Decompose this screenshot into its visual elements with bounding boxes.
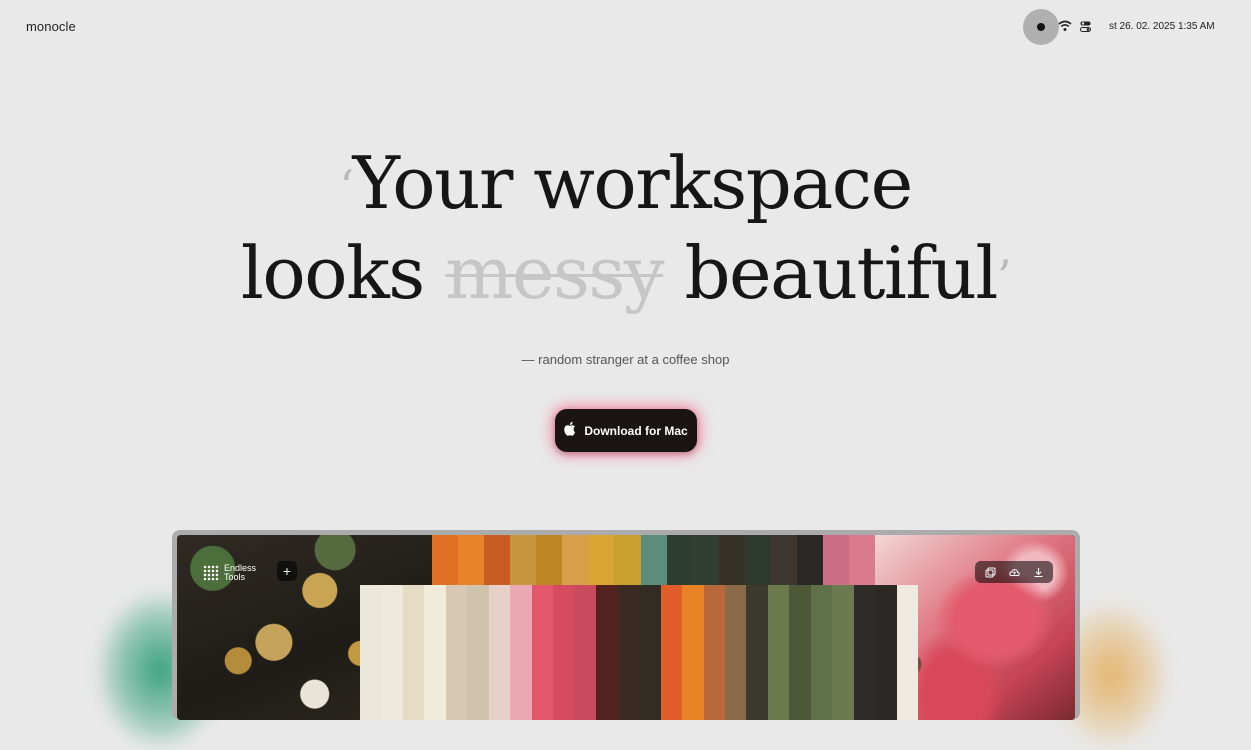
main-swatch-10 <box>553 585 575 720</box>
download-image-button[interactable] <box>1026 561 1050 583</box>
record-dot-icon <box>1037 23 1045 31</box>
main-swatch-4 <box>424 585 446 720</box>
app-name-line-2: Tools <box>224 572 246 582</box>
app-preview: Endless Tools + <box>172 530 1080 720</box>
cloud-icon <box>1008 568 1020 576</box>
copy-button[interactable] <box>978 561 1002 583</box>
main-swatch-8 <box>510 585 532 720</box>
top-swatch-9 <box>640 535 667 585</box>
download-label: Download for Mac <box>584 423 688 438</box>
dot-grid-icon <box>203 565 219 581</box>
struck-word: messy <box>445 231 664 315</box>
top-swatch-1 <box>432 535 459 585</box>
add-button[interactable]: + <box>277 561 297 581</box>
color-strip-main <box>360 585 919 720</box>
main-swatch-5 <box>445 585 468 720</box>
main-swatch-25 <box>875 585 897 720</box>
main-swatch-12 <box>596 585 618 720</box>
top-swatch-11 <box>692 535 719 585</box>
top-swatch-12 <box>718 535 745 585</box>
headline-text-1: Your workspace <box>352 141 913 225</box>
main-swatch-19 <box>746 585 768 720</box>
attribution-text: — random stranger at a coffee shop <box>521 352 730 367</box>
main-swatch-21 <box>789 585 811 720</box>
wifi-icon[interactable] <box>1058 20 1072 32</box>
cloud-button[interactable] <box>1002 561 1026 583</box>
apple-icon <box>564 421 576 436</box>
open-quote: ‘ <box>339 160 354 214</box>
copy-icon <box>985 567 995 577</box>
main-swatch-18 <box>724 585 747 720</box>
top-swatch-17 <box>849 535 876 585</box>
top-swatch-7 <box>588 535 615 585</box>
record-button[interactable] <box>1023 9 1059 45</box>
main-swatch-16 <box>682 585 704 720</box>
headline-text-2b: beautiful <box>684 231 998 315</box>
headline-line-1: ‘Your workspace <box>0 138 1251 228</box>
main-swatch-9 <box>531 585 554 720</box>
close-quote: ’ <box>996 250 1012 304</box>
menu-bar-clock: st 26. 02. 2025 1:35 AM <box>1109 21 1215 32</box>
main-swatch-23 <box>832 585 854 720</box>
main-swatch-11 <box>574 585 597 720</box>
preview-toolbar <box>975 561 1053 583</box>
preview-canvas: Endless Tools + <box>177 535 1075 720</box>
main-swatch-24 <box>853 585 876 720</box>
top-swatch-15 <box>796 535 823 585</box>
main-swatch-14 <box>639 585 661 720</box>
main-swatch-15 <box>660 585 683 720</box>
top-swatch-16 <box>822 535 849 585</box>
top-swatch-2 <box>458 535 485 585</box>
main-swatch-7 <box>488 585 511 720</box>
top-swatch-10 <box>666 535 693 585</box>
main-swatch-13 <box>617 585 640 720</box>
headline-line-2: looks messy beautiful’ <box>0 228 1251 318</box>
main-swatch-26 <box>896 585 919 720</box>
top-swatch-6 <box>562 535 589 585</box>
main-swatch-6 <box>467 585 489 720</box>
main-swatch-22 <box>810 585 833 720</box>
main-swatch-20 <box>767 585 790 720</box>
main-swatch-17 <box>703 585 725 720</box>
headline-text-2a: looks <box>240 231 425 315</box>
hero-headline: ‘Your workspace looks messy beautiful’ <box>0 138 1251 318</box>
color-strip-top <box>432 535 876 585</box>
endless-tools-logo[interactable]: Endless Tools <box>203 564 256 582</box>
download-for-mac-button[interactable]: Download for Mac <box>555 409 697 452</box>
top-bar: monocle st 26. 02. 2025 1:35 AM <box>0 0 1251 54</box>
top-swatch-3 <box>484 535 511 585</box>
top-swatch-4 <box>510 535 537 585</box>
control-center-icon[interactable] <box>1080 21 1091 32</box>
top-swatch-8 <box>614 535 641 585</box>
brand-logo[interactable]: monocle <box>26 19 76 34</box>
top-swatch-5 <box>536 535 563 585</box>
top-swatch-14 <box>770 535 797 585</box>
main-swatch-3 <box>402 585 425 720</box>
main-swatch-2 <box>381 585 403 720</box>
top-swatch-13 <box>744 535 771 585</box>
main-swatch-1 <box>360 585 382 720</box>
download-icon <box>1034 567 1042 577</box>
